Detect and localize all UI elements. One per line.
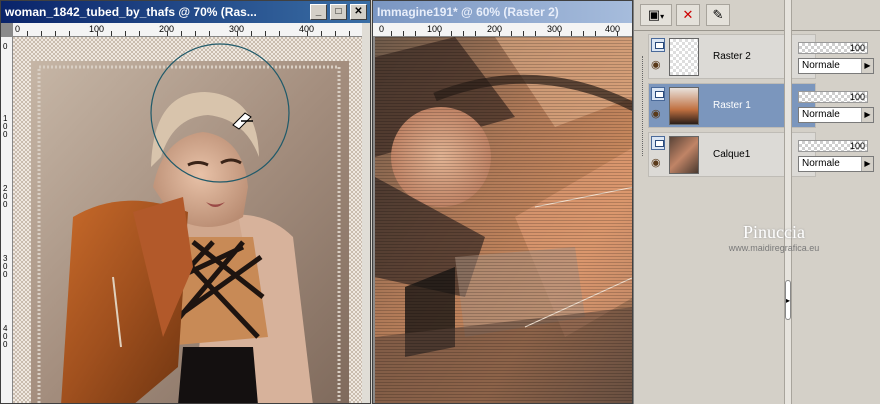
eye-icon[interactable]: ◉ [651, 108, 661, 120]
chevron-right-icon[interactable]: ▶ [861, 108, 873, 122]
image-window-immagine191[interactable]: Immagine191* @ 60% (Raster 2) 0 100 200 … [372, 0, 633, 404]
layer-properties-button[interactable]: ✎ [706, 4, 730, 26]
blend-mode-select[interactable]: Normale ▶ [798, 58, 874, 74]
horizontal-ruler: 0 100 200 300 400 [13, 23, 370, 37]
eye-icon[interactable]: ◉ [651, 157, 661, 169]
ruler-label: 0 [15, 24, 21, 34]
eye-icon[interactable]: ◉ [651, 59, 661, 71]
close-button[interactable]: ✕ [350, 4, 367, 20]
minimize-button[interactable]: _ [310, 4, 327, 20]
layer-thumbnail [669, 87, 699, 125]
layer-group-toggle[interactable] [651, 136, 665, 150]
layer-controls-raster-1: 100 Normale ▶ [798, 87, 874, 132]
watermark-name: Pinuccia [743, 222, 805, 242]
chevron-right-icon[interactable]: ▶ [861, 157, 873, 171]
blend-mode-value: Normale [802, 158, 840, 169]
vertical-ruler: 0 1 0 0 2 0 0 3 0 0 4 0 0 [1, 37, 13, 403]
new-layer-button[interactable]: ▣▾ [640, 4, 672, 26]
horizontal-ruler: 0 100 200 300 400 [373, 23, 632, 37]
image-window-woman-tube[interactable]: woman_1842_tubed_by_thafs @ 70% (Ras... … [0, 0, 371, 404]
panel-splitter[interactable]: ▸ [784, 0, 792, 404]
ruler-label: 0 [379, 24, 385, 34]
woman-tube-canvas[interactable] [13, 37, 370, 403]
layer-group-toggle[interactable] [651, 38, 665, 52]
blend-mode-select[interactable]: Normale ▶ [798, 107, 874, 123]
layer-name: Raster 2 [713, 51, 751, 62]
layer-new-icon: ▣ [647, 7, 661, 22]
layer-link-line [642, 56, 643, 156]
ruler-label: 2 0 0 [3, 184, 8, 209]
blend-mode-select[interactable]: Normale ▶ [798, 156, 874, 172]
abstract-composition-image [375, 37, 632, 403]
layer-group-toggle[interactable] [651, 87, 665, 101]
watermark-url: www.maidiregrafica.eu [728, 243, 820, 253]
opacity-slider[interactable]: 100 [798, 140, 868, 152]
delete-layer-button[interactable]: ✕ [676, 4, 700, 26]
layers-palette: ▣▾ ✕ ✎ ◉ Raster 2 ◉ Raster 1 ◉ Calque1 1… [633, 0, 880, 404]
window-title: Immagine191* @ 60% (Raster 2) [377, 5, 559, 19]
layer-name: Raster 1 [713, 100, 751, 111]
window-title-bar[interactable]: woman_1842_tubed_by_thafs @ 70% (Ras... … [1, 1, 370, 23]
abstract-canvas[interactable] [375, 37, 632, 403]
ruler-label: 1 0 0 [3, 114, 8, 139]
watermark: Pinuccia www.maidiregrafica.eu [684, 222, 864, 253]
layer-thumbnail [669, 136, 699, 174]
layer-thumbnail [669, 38, 699, 76]
window-title: woman_1842_tubed_by_thafs @ 70% (Ras... [5, 5, 257, 19]
ruler-label: 4 0 0 [3, 324, 8, 349]
blend-mode-value: Normale [802, 60, 840, 71]
splitter-handle[interactable]: ▸ [785, 280, 791, 320]
ruler-label: 3 0 0 [3, 254, 8, 279]
blend-mode-value: Normale [802, 109, 840, 120]
layer-controls-calque1: 100 Normale ▶ [798, 136, 874, 181]
layer-name: Calque1 [713, 149, 751, 160]
vertical-scrollbar[interactable] [362, 23, 370, 403]
chevron-right-icon[interactable]: ▶ [861, 59, 873, 73]
woman-portrait-image [31, 43, 349, 403]
delete-layer-icon: ✕ [682, 7, 694, 22]
layer-controls-raster-2: 100 Normale ▶ [798, 38, 874, 83]
brush-properties-icon: ✎ [712, 7, 724, 22]
maximize-button[interactable]: □ [330, 4, 347, 20]
window-title-bar[interactable]: Immagine191* @ 60% (Raster 2) [373, 1, 632, 23]
panel-divider [634, 30, 880, 31]
opacity-slider[interactable]: 100 [798, 42, 868, 54]
ruler-label: 0 [3, 42, 8, 51]
opacity-slider[interactable]: 100 [798, 91, 868, 103]
